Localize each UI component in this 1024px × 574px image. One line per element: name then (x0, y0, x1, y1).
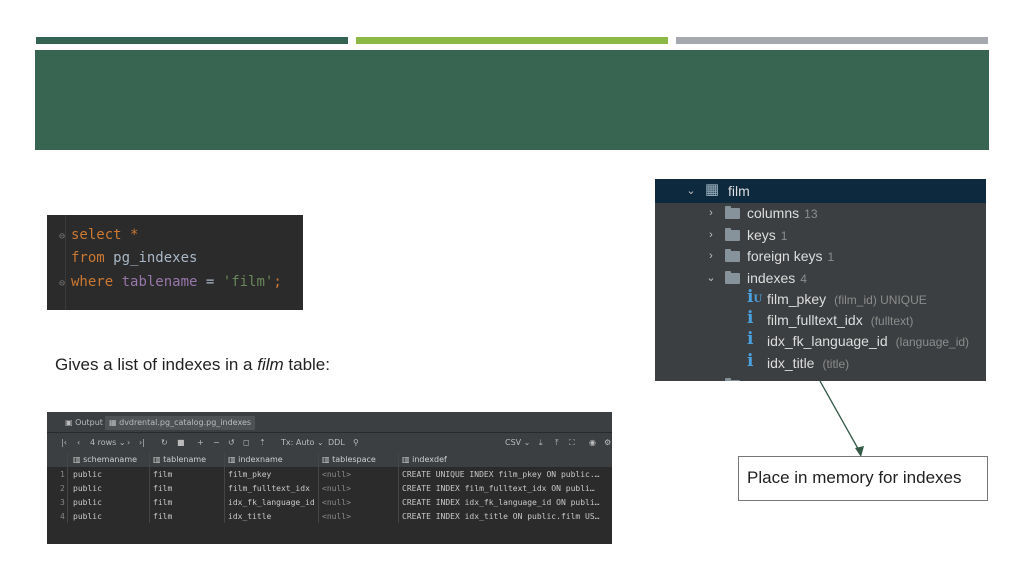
callout-box: Place in memory for indexes (738, 456, 988, 501)
callout-text: Place in memory for indexes (747, 468, 962, 487)
